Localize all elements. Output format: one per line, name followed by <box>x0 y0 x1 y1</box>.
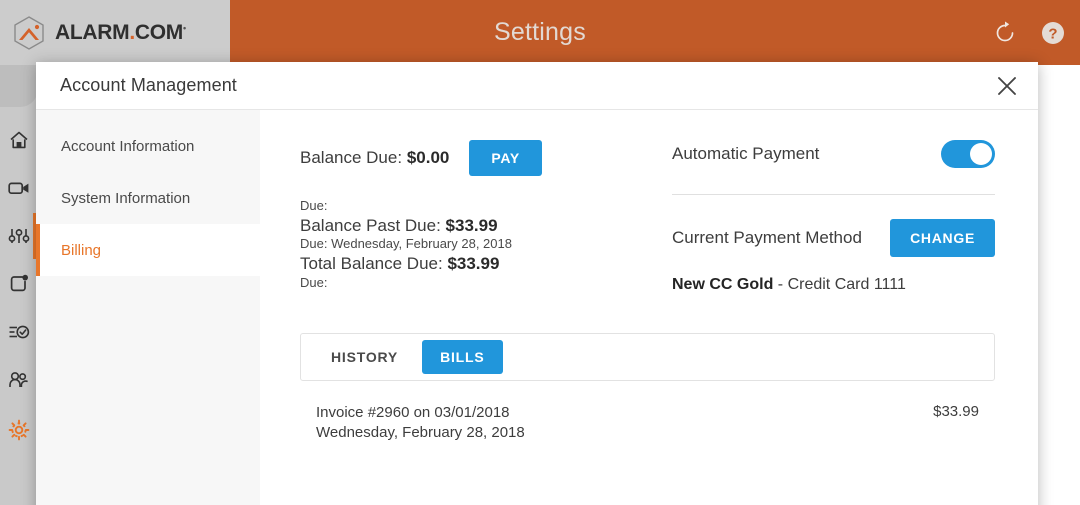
rail-item-users[interactable] <box>0 357 38 403</box>
users-icon <box>7 369 31 391</box>
payment-method-type: - Credit Card 1111 <box>773 276 906 293</box>
refresh-icon[interactable] <box>992 20 1018 46</box>
total-balance-due-row: Total Balance Due: $33.99 <box>300 254 500 273</box>
modal-body: Account Information System Information B… <box>36 110 1038 505</box>
due-line-1: Due: <box>300 198 328 213</box>
sidebar-item-label: Billing <box>61 241 102 259</box>
modal-header: Account Management <box>36 62 1038 110</box>
help-icon[interactable]: ? <box>1040 20 1066 46</box>
svg-text:?: ? <box>1048 25 1057 42</box>
checklist-icon <box>7 321 31 343</box>
close-icon[interactable] <box>994 73 1020 99</box>
rail-item-video[interactable] <box>0 165 38 211</box>
billing-tabs: HISTORY BILLS <box>300 333 995 381</box>
payment-method-name: New CC Gold <box>672 276 774 293</box>
tab-bills[interactable]: BILLS <box>422 340 503 374</box>
invoice-amount: $33.99 <box>933 403 979 420</box>
sidebar-item-account-information[interactable]: Account Information <box>36 120 260 172</box>
automatic-payment-label: Automatic Payment <box>672 144 820 163</box>
sliders-icon <box>7 225 31 247</box>
balance-due-row: Balance Due: $0.00 PAY <box>300 140 630 176</box>
invoice-description: Invoice #2960 on 03/01/2018 Wednesday, F… <box>316 403 525 444</box>
rail-selected-highlight <box>0 65 38 107</box>
balance-past-due-row: Balance Past Due: $33.99 <box>300 215 498 235</box>
balance-column: Balance Due: $0.00 PAY Due: Balance Past… <box>300 140 630 295</box>
modal-title: Account Management <box>60 75 237 95</box>
home-icon <box>8 129 30 151</box>
due-line-2: Due: Wednesday, February 28, 2018 <box>300 236 512 252</box>
rail-item-home[interactable] <box>0 117 38 163</box>
sidebar-item-label: Account Information <box>61 137 195 155</box>
rail-item-activity[interactable] <box>0 309 38 355</box>
invoice-line-2: Wednesday, February 28, 2018 <box>316 424 525 442</box>
left-icon-rail <box>0 65 38 505</box>
automatic-payment-row: Automatic Payment <box>672 140 995 168</box>
sidebar-item-system-information[interactable]: System Information <box>36 172 260 224</box>
gear-icon <box>7 418 31 442</box>
modal-sidebar: Account Information System Information B… <box>36 110 260 505</box>
rail-item-settings[interactable] <box>0 407 38 453</box>
invoice-row[interactable]: Invoice #2960 on 03/01/2018 Wednesday, F… <box>300 403 995 444</box>
billing-panel: Balance Due: $0.00 PAY Due: Balance Past… <box>260 110 1038 505</box>
notification-square-icon <box>8 273 30 295</box>
sidebar-item-label: System Information <box>61 189 191 207</box>
payment-method-detail: New CC Gold - Credit Card 1111 <box>672 275 912 295</box>
top-bar: Settings ALARM.COM• ? <box>0 0 1080 65</box>
brand-logo[interactable]: ALARM.COM• <box>0 0 230 65</box>
alarm-hexagon-icon <box>10 14 48 52</box>
rail-item-automation[interactable] <box>0 213 38 259</box>
brand-wordmark: ALARM.COM• <box>55 20 186 44</box>
due-details: Due: Balance Past Due: $33.99 Due: Wedne… <box>300 198 630 291</box>
rail-item-notifications[interactable] <box>0 261 38 307</box>
app-root: Settings ALARM.COM• ? Account Management… <box>0 0 1080 505</box>
total-balance-due-value: $33.99 <box>447 254 500 273</box>
pay-button[interactable]: PAY <box>469 140 542 176</box>
payment-column: Automatic Payment Current Payment Method… <box>658 140 995 295</box>
divider <box>672 194 995 195</box>
top-bar-actions: ? <box>992 0 1066 65</box>
tab-history[interactable]: HISTORY <box>313 340 416 374</box>
automatic-payment-toggle[interactable] <box>941 140 995 168</box>
balance-due-label: Balance Due: $0.00 <box>300 148 450 167</box>
current-payment-method-row: Current Payment Method CHANGE <box>672 219 995 257</box>
toggle-knob <box>970 143 992 165</box>
due-line-3: Due: <box>300 274 328 290</box>
account-management-modal: Account Management Account Information S… <box>36 62 1038 505</box>
balance-due-value: $0.00 <box>406 148 450 167</box>
change-payment-method-button[interactable]: CHANGE <box>890 219 995 257</box>
video-camera-icon <box>7 177 31 199</box>
invoice-line-1: Invoice #2960 on 03/01/2018 <box>316 404 510 421</box>
current-payment-method-label: Current Payment Method <box>672 228 862 247</box>
sidebar-item-billing[interactable]: Billing <box>36 224 260 276</box>
balance-past-due-value: $33.99 <box>445 215 498 235</box>
billing-top-columns: Balance Due: $0.00 PAY Due: Balance Past… <box>300 140 995 295</box>
